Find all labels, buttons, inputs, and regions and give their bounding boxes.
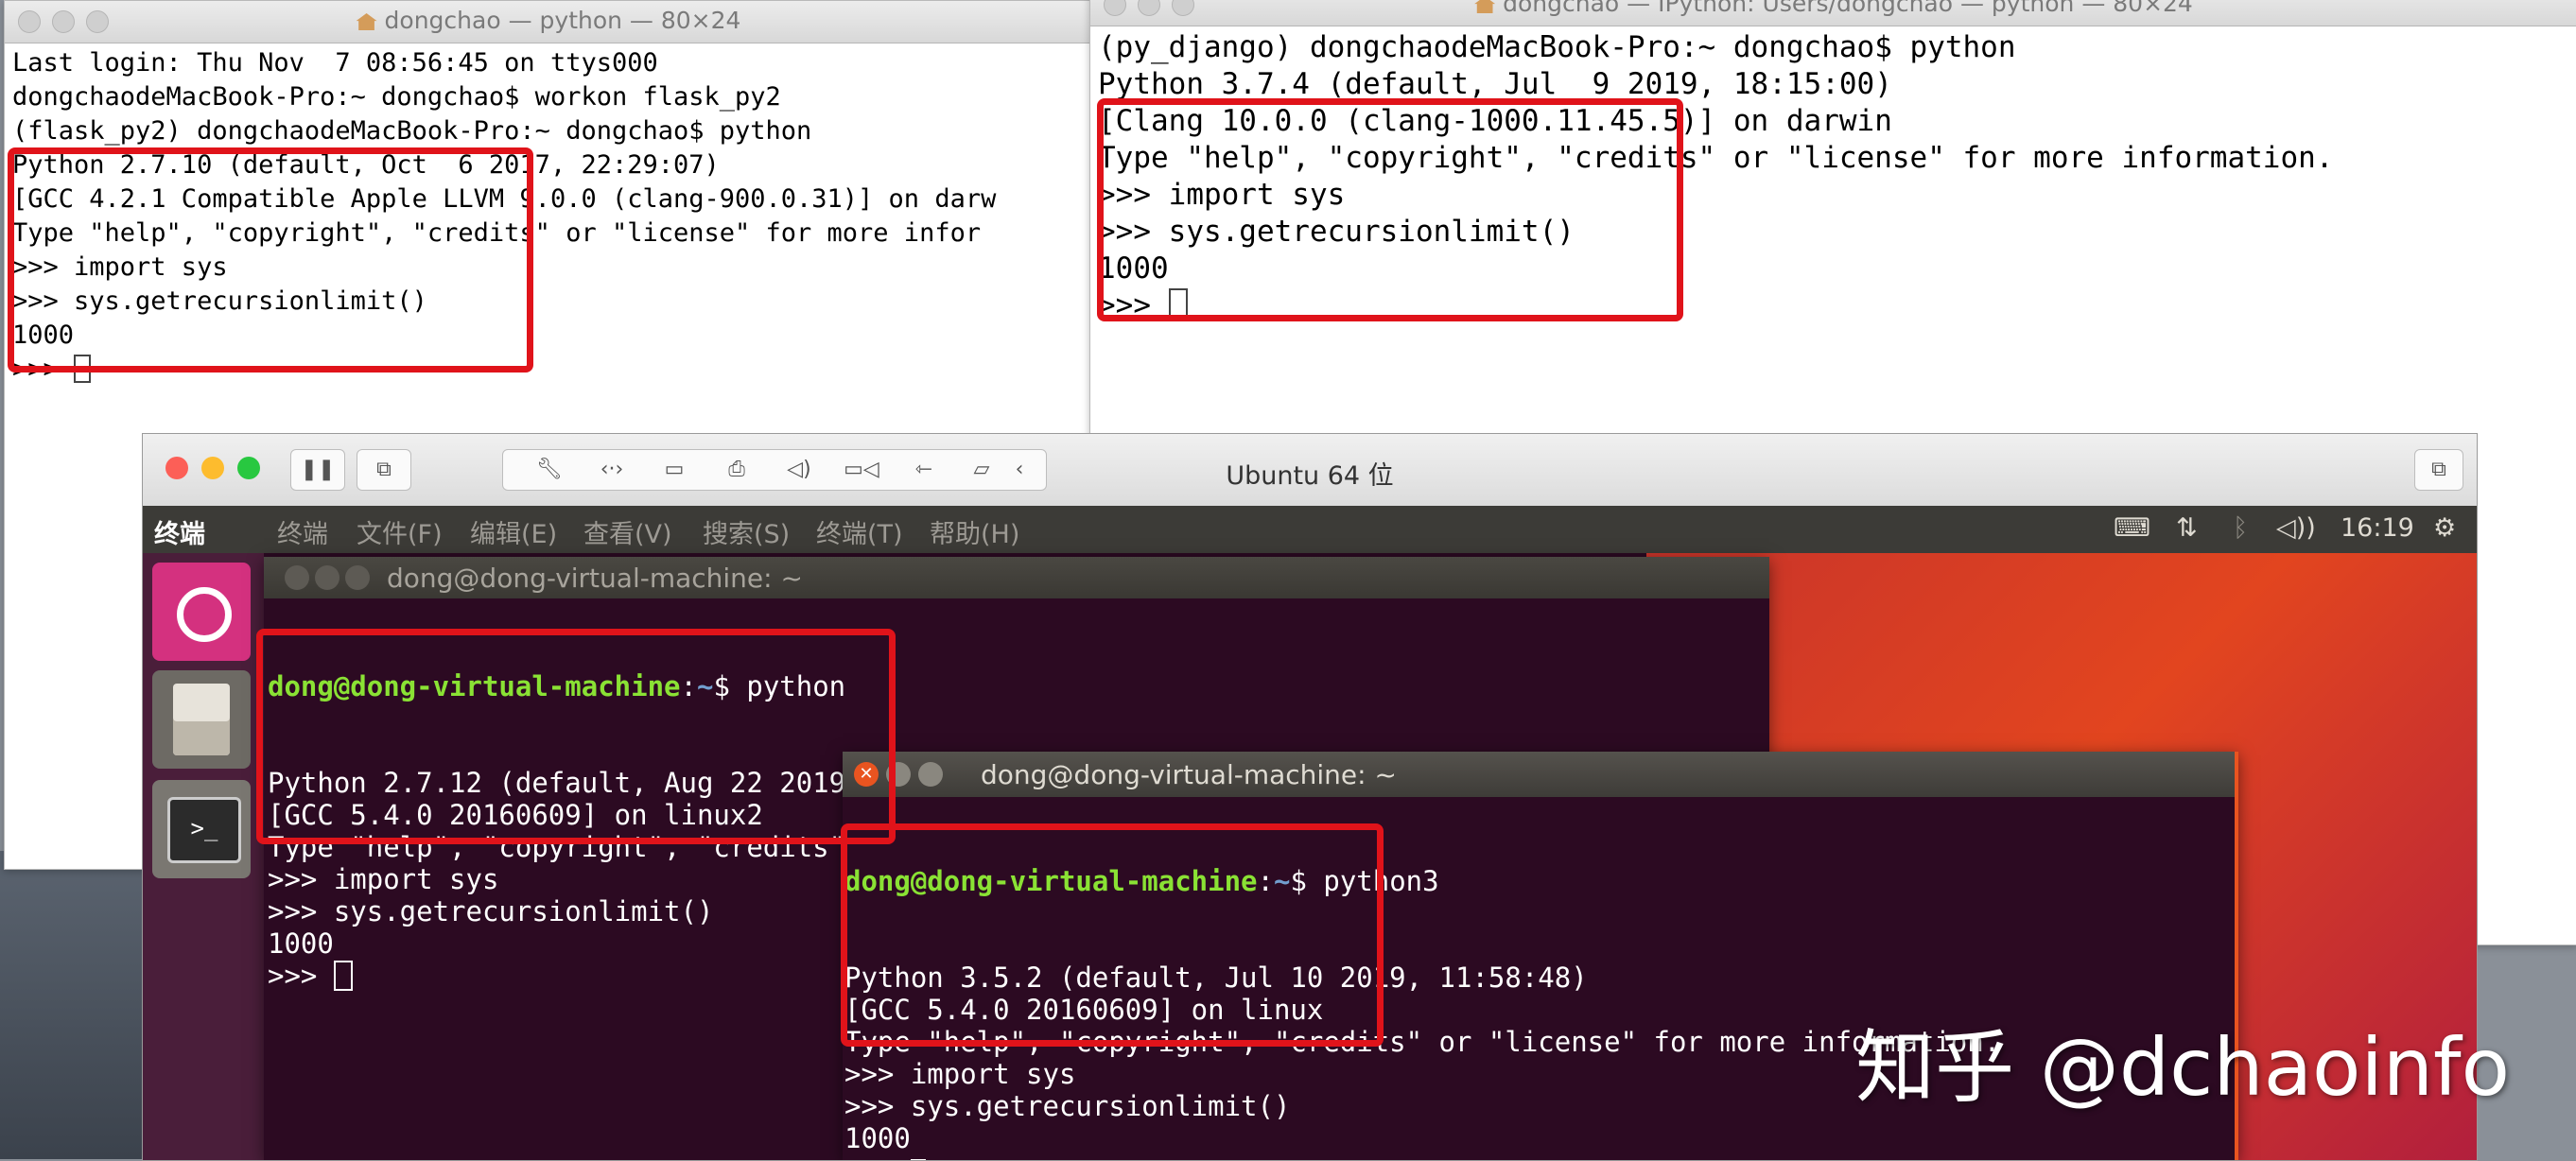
menu-edit[interactable]: 编辑(E) [470,513,557,550]
network-icon[interactable]: ⇅ [2176,513,2198,543]
terminal-title: dong@dong-virtual-machine: ~ [387,563,803,594]
menu-view[interactable]: 查看(V) [583,513,672,550]
fullscreen-icon: ⧉ [2431,458,2446,481]
vm-title-bar[interactable]: ❚❚ ⧉ 🔧︎ ‹·› ▭ ⎙ ◁) ▭◁ ⇽ ▱ ‹ Ubuntu 64 位 ⧉ [143,434,2477,507]
terminal-title: dong@dong-virtual-machine: ~ [981,759,1397,790]
terminal-line-text: dongchaodeMacBook-Pro:~ dongchao$ workon… [12,82,781,112]
menu-terminal-t[interactable]: 终端(T) [816,513,903,550]
watermark: 知乎 @dchaoinfo [1855,1021,2510,1114]
window-title-text: dongchao — IPython: Users/dongchao — pyt… [1503,0,2193,17]
menu-terminal[interactable]: 终端 [277,513,328,550]
menu-help[interactable]: 帮助(H) [930,513,1019,550]
terminal-line-text: 1000 [844,1122,911,1154]
menu-file[interactable]: 文件(F) [357,513,443,550]
ubuntu-top-bar: 终端 终端 文件(F) 编辑(E) 查看(V) 搜索(S) 终端(T) 帮助(H… [143,506,2477,553]
terminal-line: 1000 [844,1122,2000,1154]
files-app-button[interactable] [152,670,251,769]
terminal-title-bar[interactable]: dong@dong-virtual-machine: ~ [264,557,1769,598]
dash-button[interactable] [152,563,251,661]
desktop-wallpaper [0,851,161,1159]
home-icon [1474,0,1496,13]
ubuntu-logo-icon [177,587,232,642]
window-title: dongchao — IPython: Users/dongchao — pyt… [1090,0,2576,17]
terminal-line: dongchaodeMacBook-Pro:~ dongchao$ workon… [12,80,996,114]
window-title: dongchao — python — 80×24 [5,7,1092,34]
clock[interactable]: 16:19 [2341,513,2414,543]
cursor-icon [333,961,353,991]
close-button[interactable] [285,565,309,590]
terminal-line-text: >>> sys.getrecursionlimit() [268,895,714,927]
terminal-line-text: 1000 [268,927,334,960]
fullscreen-button[interactable]: ⧉ [2414,449,2463,491]
menu-search[interactable]: 搜索(S) [703,513,790,550]
minimize-button[interactable] [315,565,339,590]
terminal-app-button[interactable]: >_ [152,780,251,878]
keyboard-icon[interactable]: ⌨ [2114,513,2150,543]
maximize-button[interactable] [345,565,370,590]
highlight-box [256,629,896,844]
terminal-line: >>> import sys [844,1058,2000,1090]
terminal-icon: >_ [167,797,241,863]
highlight-box [8,147,533,373]
terminal-line: >>> [844,1154,2000,1160]
highlight-box [841,823,1384,1047]
vm-name: Ubuntu 64 位 [1226,461,1394,491]
terminal-line-text: >>> [844,1154,911,1160]
maximize-button[interactable] [918,762,943,787]
settings-gear-icon[interactable]: ⚙ [2433,513,2456,543]
terminal-line: (py_django) dongchaodeMacBook-Pro:~ dong… [1098,29,2333,66]
unity-launcher: >_ [143,553,264,1160]
terminal-line: Last login: Thu Nov 7 08:56:45 on ttys00… [12,46,996,80]
volume-icon[interactable]: ◁)) [2276,513,2316,543]
terminal-line-text: Last login: Thu Nov 7 08:56:45 on ttys00… [12,48,658,78]
title-bar[interactable]: dongchao — python — 80×24 [5,1,1092,43]
file-cabinet-icon [173,684,230,755]
terminal-line: >>> sys.getrecursionlimit() [844,1090,2000,1122]
highlight-box [1097,98,1683,321]
active-app-name: 终端 [154,520,205,549]
home-icon [356,13,377,30]
terminal-line-text: >>> import sys [268,863,499,895]
terminal-title-bar[interactable]: ✕ dong@dong-virtual-machine: ~ [843,752,2235,797]
cursor-icon [910,1159,926,1160]
terminal-line-text: (flask_py2) dongchaodeMacBook-Pro:~ dong… [12,116,812,146]
terminal-line-text: >>> [268,960,334,992]
window-title-text: dongchao — python — 80×24 [384,7,741,34]
terminal-line-text: >>> import sys [844,1058,1076,1090]
title-bar[interactable]: dongchao — IPython: Users/dongchao — pyt… [1090,0,2576,26]
terminal-line-text: Python 3.7.4 (default, Jul 9 2019, 18:15… [1098,67,1892,101]
terminal-line: (flask_py2) dongchaodeMacBook-Pro:~ dong… [12,114,996,148]
terminal-line-text: (py_django) dongchaodeMacBook-Pro:~ dong… [1098,30,2016,64]
terminal-line-text: >>> sys.getrecursionlimit() [844,1090,1291,1122]
bluetooth-icon[interactable]: ᛒ [2233,513,2248,543]
